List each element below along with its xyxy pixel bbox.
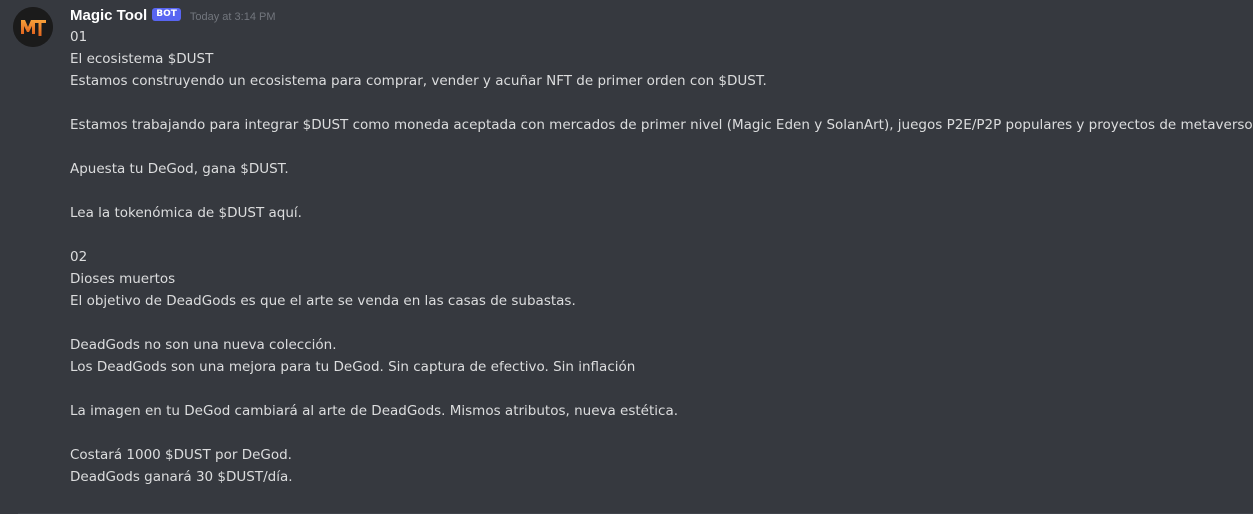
mt-logo-icon [13, 7, 53, 47]
message-header: Magic Tool BOT Today at 3:14 PM [70, 4, 276, 26]
message-line: Apuesta tu DeGod, gana $DUST. [70, 161, 289, 177]
message-line: La imagen en tu DeGod cambiará al arte d… [70, 403, 679, 419]
message-line: El objetivo de DeadGods es que el arte s… [70, 293, 576, 309]
message-line: Costará 1000 $DUST por DeGod. [70, 447, 292, 463]
message-line: Estamos construyendo un ecosistema para … [70, 73, 767, 89]
message-timestamp[interactable]: Today at 3:14 PM [190, 11, 276, 23]
message-line: Los DeadGods son una mejora para tu DeGo… [70, 359, 636, 375]
message-content: 01 El ecosistema $DUST Estamos construye… [70, 26, 1253, 488]
bot-badge: BOT [152, 7, 181, 21]
message-line: Dioses muertos [70, 271, 176, 287]
message-line: DeadGods ganará 30 $DUST/día. [70, 469, 293, 485]
chat-message: Magic Tool BOT Today at 3:14 PM 01 El ec… [0, 0, 1253, 514]
avatar[interactable] [13, 7, 53, 47]
message-line: Estamos trabajando para integrar $DUST c… [70, 117, 1253, 133]
message-line: 01 [70, 29, 88, 45]
message-line: 02 [70, 249, 88, 265]
message-line: DeadGods no son una nueva colección. [70, 337, 337, 353]
message-line: El ecosistema $DUST [70, 51, 214, 67]
message-line: Lea la tokenómica de $DUST aquí. [70, 205, 302, 221]
username[interactable]: Magic Tool [70, 7, 147, 24]
